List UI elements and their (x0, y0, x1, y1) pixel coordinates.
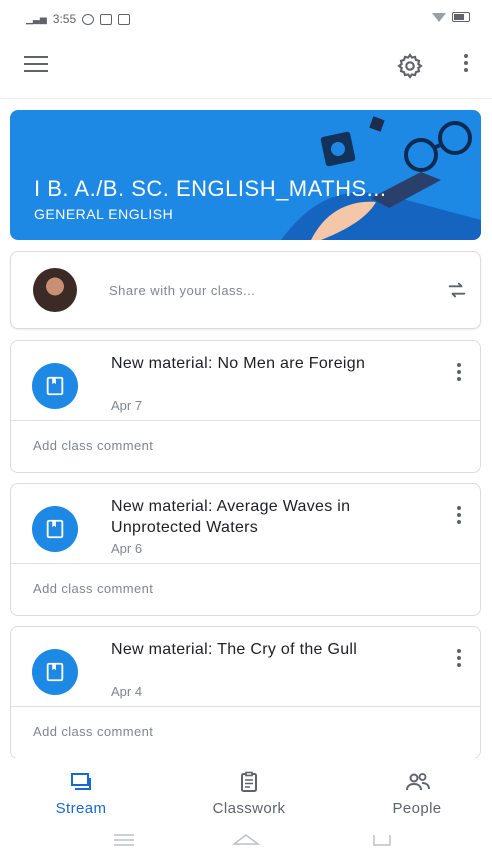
recent-apps-icon[interactable] (112, 832, 136, 853)
battery-icon (452, 12, 470, 22)
material-icon (32, 649, 78, 695)
post-card[interactable]: New material: The Cry of the Gull Apr 4 … (10, 626, 481, 759)
system-navigation-bar (0, 820, 492, 859)
material-icon (32, 506, 78, 552)
post-title: New material: No Men are Foreign (111, 355, 366, 372)
notification-icon (82, 13, 95, 25)
repost-icon[interactable] (446, 279, 468, 301)
tab-classwork[interactable]: Classwork (194, 764, 304, 820)
share-input[interactable]: Share with your class... (109, 283, 255, 298)
wifi-icon (432, 12, 446, 22)
tab-people[interactable]: People (362, 764, 472, 820)
back-icon[interactable] (370, 832, 394, 853)
class-title: I B. A./B. SC. ENGLISH_MATHS... (34, 176, 387, 201)
menu-icon[interactable] (24, 56, 48, 74)
divider (11, 706, 480, 707)
class-banner[interactable]: I B. A./B. SC. ENGLISH_MATHS... GENERAL … (10, 110, 481, 240)
divider (11, 420, 480, 421)
home-icon[interactable] (231, 832, 261, 853)
post-title: New material: Average Waves in Unprotect… (111, 498, 351, 536)
class-subtitle: GENERAL ENGLISH (34, 206, 174, 222)
add-class-comment-button[interactable]: Add class comment (33, 581, 153, 596)
stream-icon (71, 773, 91, 790)
status-bar: ▁▃▅ 3:55 (0, 0, 492, 36)
post-more-icon[interactable] (453, 506, 465, 528)
post-date: Apr 4 (111, 684, 143, 699)
share-card[interactable]: Share with your class... (10, 251, 481, 329)
facebook-icon (100, 13, 113, 25)
post-more-icon[interactable] (453, 363, 465, 385)
tab-classwork-label: Classwork (212, 800, 286, 817)
tab-stream[interactable]: Stream (26, 764, 136, 820)
post-title: New material: The Cry of the Gull (111, 641, 358, 658)
add-class-comment-button[interactable]: Add class comment (33, 724, 153, 739)
avatar (33, 268, 77, 312)
banner-illustration (281, 116, 481, 240)
bottom-navigation: Stream Classwork People (0, 758, 492, 820)
app-bar (0, 36, 492, 99)
signal-icon: ▁▃▅ (26, 13, 47, 24)
post-date: Apr 7 (111, 398, 143, 413)
classwork-icon (241, 771, 257, 792)
more-options-icon[interactable] (460, 54, 472, 80)
youtube-icon (118, 13, 131, 25)
tab-stream-label: Stream (55, 800, 107, 817)
divider (11, 563, 480, 564)
material-icon (32, 363, 78, 409)
post-card[interactable]: New material: No Men are Foreign Apr 7 A… (10, 340, 481, 473)
status-time: 3:55 (52, 12, 77, 26)
post-card[interactable]: New material: Average Waves in Unprotect… (10, 483, 481, 616)
add-class-comment-button[interactable]: Add class comment (33, 438, 153, 453)
tab-people-label: People (392, 800, 442, 817)
post-more-icon[interactable] (453, 649, 465, 671)
post-date: Apr 6 (111, 541, 143, 556)
people-icon (406, 773, 430, 791)
settings-icon[interactable] (396, 52, 424, 80)
